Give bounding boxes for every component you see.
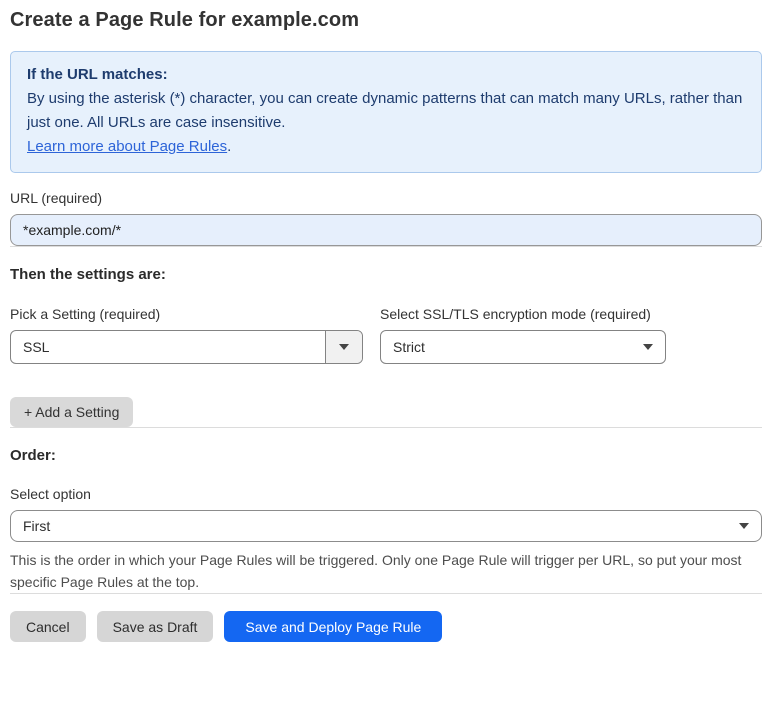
ssl-mode-label: Select SSL/TLS encryption mode (required… xyxy=(380,306,651,322)
save-as-draft-button[interactable]: Save as Draft xyxy=(96,611,214,642)
save-and-deploy-button[interactable]: Save and Deploy Page Rule xyxy=(224,611,443,642)
chevron-down-icon xyxy=(739,523,749,529)
ssl-mode-value: Strict xyxy=(393,339,425,355)
chevron-down-icon xyxy=(643,344,653,350)
setting-picker-value: SSL xyxy=(23,339,50,355)
divider xyxy=(10,427,762,428)
order-section-heading: Order: xyxy=(10,447,56,464)
setting-picker-label: Pick a Setting (required) xyxy=(10,306,161,322)
url-input[interactable] xyxy=(10,214,762,246)
order-dropdown[interactable]: First xyxy=(10,510,762,542)
order-help-text: This is the order in which your Page Rul… xyxy=(10,552,742,590)
url-field-label: URL (required) xyxy=(10,190,103,206)
cancel-button[interactable]: Cancel xyxy=(10,611,86,642)
setting-picker-group: Pick a Setting (required) SSL xyxy=(10,306,363,364)
info-box-link-line: Learn more about Page Rules. xyxy=(27,135,745,159)
order-arrow xyxy=(727,523,761,529)
info-box-body: By using the asterisk (*) character, you… xyxy=(27,90,743,131)
url-field-group: URL (required) xyxy=(10,190,762,246)
ssl-mode-dropdown[interactable]: Strict xyxy=(380,330,666,364)
setting-picker-dropdown[interactable]: SSL xyxy=(10,330,363,364)
info-box-heading: If the URL matches: xyxy=(27,66,168,83)
order-value: First xyxy=(23,518,51,534)
footer-actions: Cancel Save as Draft Save and Deploy Pag… xyxy=(10,611,762,642)
ssl-mode-group: Select SSL/TLS encryption mode (required… xyxy=(380,306,666,364)
page-title: Create a Page Rule for example.com xyxy=(10,9,360,31)
url-match-info-box: If the URL matches: By using the asteris… xyxy=(10,51,762,173)
divider xyxy=(10,593,762,594)
ssl-mode-arrow xyxy=(631,344,665,350)
settings-row: Pick a Setting (required) SSL Select SSL… xyxy=(10,306,762,364)
setting-picker-arrow-button[interactable] xyxy=(325,331,362,363)
learn-more-link[interactable]: Learn more about Page Rules xyxy=(27,138,227,155)
divider xyxy=(10,246,762,247)
link-suffix: . xyxy=(227,138,232,155)
create-page-rule-form: Create a Page Rule for example.com If th… xyxy=(0,0,772,642)
chevron-down-icon xyxy=(339,344,349,350)
order-select-label: Select option xyxy=(10,486,91,502)
add-setting-button[interactable]: + Add a Setting xyxy=(10,397,134,427)
settings-section-heading: Then the settings are: xyxy=(10,266,166,283)
